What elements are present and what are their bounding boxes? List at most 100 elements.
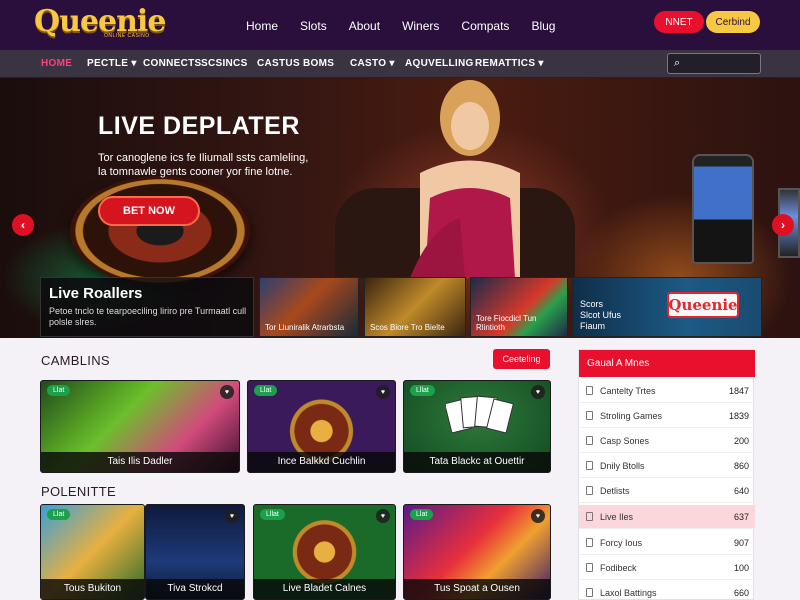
gambling-view-button[interactable]: Ceeteling: [493, 349, 550, 369]
sidebar-item-count: 637: [733, 512, 749, 522]
hero-game-tile[interactable]: Tore Fiocdicl Tun Rlintioth: [470, 277, 568, 337]
promo-text-line: Scors: [580, 299, 604, 309]
hero-game-tile[interactable]: Scos Biore Tro Bielte: [364, 277, 466, 337]
sidebar-item-label: Detlists: [600, 486, 630, 496]
brand-promo-box[interactable]: Scors Slcot Ufus Fiaum Queenie: [572, 277, 762, 337]
favorite-icon[interactable]: ♥: [376, 509, 390, 523]
sidebar-item-label: Casp Sones: [600, 436, 650, 446]
hero-subtitle-line: la tomnawle gents cooner yor fine lotne.: [98, 166, 293, 178]
sidebar-item-count: 100: [733, 563, 749, 573]
sidebar-item-count: 1839: [728, 411, 749, 421]
mainnav-pectle[interactable]: PECTLE ▾: [87, 58, 137, 69]
tile-caption: Tor Liuniralik Atrarbsta: [265, 323, 345, 332]
card-caption: Tus Spoat a Ousen: [404, 579, 550, 599]
card-caption: Live Bladet Calnes: [254, 579, 395, 599]
topnav-home[interactable]: Home: [246, 19, 278, 33]
sidebar-item[interactable]: Detlists 640: [579, 479, 755, 503]
search-icon: ⌕: [674, 57, 681, 69]
card-caption: Tiva Strokcd: [146, 579, 244, 599]
sidebar-item[interactable]: Fodibeck 100: [579, 556, 755, 580]
sidebar-item-label: Dnily Btolls: [600, 461, 645, 471]
bet-now-button[interactable]: BET NOW: [98, 196, 200, 226]
categories-sidebar: Gaual A Mnes Cantelty Trtes 1847 Stroling…: [578, 349, 755, 600]
hero-subtitle: Tor canoglene ics fe Iliumall ssts camle…: [98, 151, 328, 179]
sidebar-item-count: 860: [733, 461, 749, 471]
card-badge: Llat: [47, 385, 71, 396]
sidebar-item-label: Cantelty Trtes: [600, 386, 656, 396]
slot-machine-image: [692, 154, 754, 264]
sidebar-item[interactable]: Forcy Ious 907: [579, 531, 755, 555]
hero-banner: LIVE DEPLATER Tor canoglene ics fe Ilium…: [0, 78, 800, 338]
sidebar-item-label: Stroling Games: [600, 411, 663, 421]
game-card[interactable]: Llat ♥ Ince Balkkd Cuchlin: [247, 380, 396, 473]
sidebar-title: Gaual A Mnes: [579, 350, 755, 377]
hero-title: LIVE DEPLATER: [98, 112, 300, 140]
favorite-icon[interactable]: ♥: [531, 509, 545, 523]
topnav-blog[interactable]: Blug: [531, 19, 555, 33]
roulette-wheel-image: [70, 176, 250, 286]
card-badge: Llat: [254, 385, 278, 396]
gambling-section-title: CAMBLINS: [41, 353, 110, 368]
card-caption: Tata Blackc at Ouettir: [404, 452, 550, 472]
mainnav-aquvelling[interactable]: AQUVELLING: [405, 58, 474, 69]
file-icon: [586, 512, 593, 521]
sidebar-item-count: 640: [733, 486, 749, 496]
card-caption: Ince Balkkd Cuchlin: [248, 452, 395, 472]
favorite-icon[interactable]: ♥: [376, 385, 390, 399]
mainnav-scsincs[interactable]: SCSINCS: [201, 58, 248, 69]
sidebar-item-active[interactable]: Live Iles 637: [579, 505, 755, 529]
sidebar-item[interactable]: Casp Sones 200: [579, 429, 755, 453]
live-promo-title: Live Roallers: [49, 285, 143, 302]
sidebar-item[interactable]: Dnily Btolls 860: [579, 454, 755, 478]
favorite-icon[interactable]: ♥: [531, 385, 545, 399]
tile-caption: Scos Biore Tro Bielte: [370, 323, 445, 332]
mainnav-casto[interactable]: CASTO ▾: [350, 58, 395, 69]
live-promo-box[interactable]: Live Roallers Petoe tnclo te tearpoecili…: [40, 277, 254, 337]
sidebar-item-label: Fodibeck: [600, 563, 637, 573]
top-header: Queenie ONLINE CASINO Home Slots About W…: [0, 0, 800, 50]
chevron-left-icon[interactable]: ‹: [12, 214, 34, 236]
card-caption: Tous Bukiton: [41, 579, 144, 599]
dealer-image: [410, 80, 520, 278]
file-icon: [586, 588, 593, 597]
game-card[interactable]: ♥ Tiva Strokcd: [145, 504, 245, 600]
search-input[interactable]: ⌕: [667, 53, 761, 74]
promo-text-line: Fiaum: [580, 321, 606, 331]
game-card[interactable]: Llat ♥ Tus Spoat a Ousen: [403, 504, 551, 600]
file-icon: [586, 411, 593, 420]
mainnav-connects[interactable]: CONNECTS: [143, 58, 202, 69]
topnav-contacts[interactable]: Compats: [461, 19, 509, 33]
sidebar-item-count: 907: [733, 538, 749, 548]
game-card[interactable]: Lllat ♥ Tata Blackc at Ouettir: [403, 380, 551, 473]
game-card[interactable]: Llat ♥ Tais Ilis Dadler: [40, 380, 240, 473]
login-button[interactable]: Cerbind: [706, 11, 760, 33]
sidebar-item-label: Forcy Ious: [600, 538, 643, 548]
sidebar-item[interactable]: Cantelty Trtes 1847: [579, 379, 755, 403]
mainnav-boms[interactable]: BOMS: [303, 58, 334, 69]
topnav-winners[interactable]: Winers: [402, 19, 439, 33]
game-card[interactable]: Llat Tous Bukiton: [40, 504, 145, 600]
card-badge: Llat: [47, 509, 71, 520]
file-icon: [586, 486, 593, 495]
favorite-icon[interactable]: ♥: [225, 509, 239, 523]
chevron-right-icon[interactable]: ›: [772, 214, 794, 236]
file-icon: [586, 386, 593, 395]
sidebar-item-count: 1847: [728, 386, 749, 396]
mainnav-remattics[interactable]: REMATTICS ▾: [475, 58, 544, 69]
favorite-icon[interactable]: ♥: [220, 385, 234, 399]
playing-cards-image: [446, 395, 514, 434]
file-icon: [586, 436, 593, 445]
topnav-slots[interactable]: Slots: [300, 19, 327, 33]
mainnav-castus[interactable]: CASTUS: [257, 58, 300, 69]
promo-logo: Queenie: [667, 292, 739, 318]
join-button[interactable]: NNET: [654, 11, 704, 33]
sidebar-item[interactable]: Stroling Games 1839: [579, 404, 755, 428]
live-promo-desc: Petoe tnclo te tearpoeciling liriro pre …: [49, 306, 247, 327]
game-card[interactable]: Lllat ♥ Live Bladet Calnes: [253, 504, 396, 600]
topnav-about[interactable]: About: [349, 19, 380, 33]
sidebar-item[interactable]: Laxol Battings 660: [579, 581, 755, 600]
mainnav-home[interactable]: HOME: [41, 58, 72, 69]
hero-game-tile[interactable]: Tor Liuniralik Atrarbsta: [259, 277, 359, 337]
sidebar-item-count: 200: [733, 436, 749, 446]
card-badge: Llat: [410, 509, 434, 520]
